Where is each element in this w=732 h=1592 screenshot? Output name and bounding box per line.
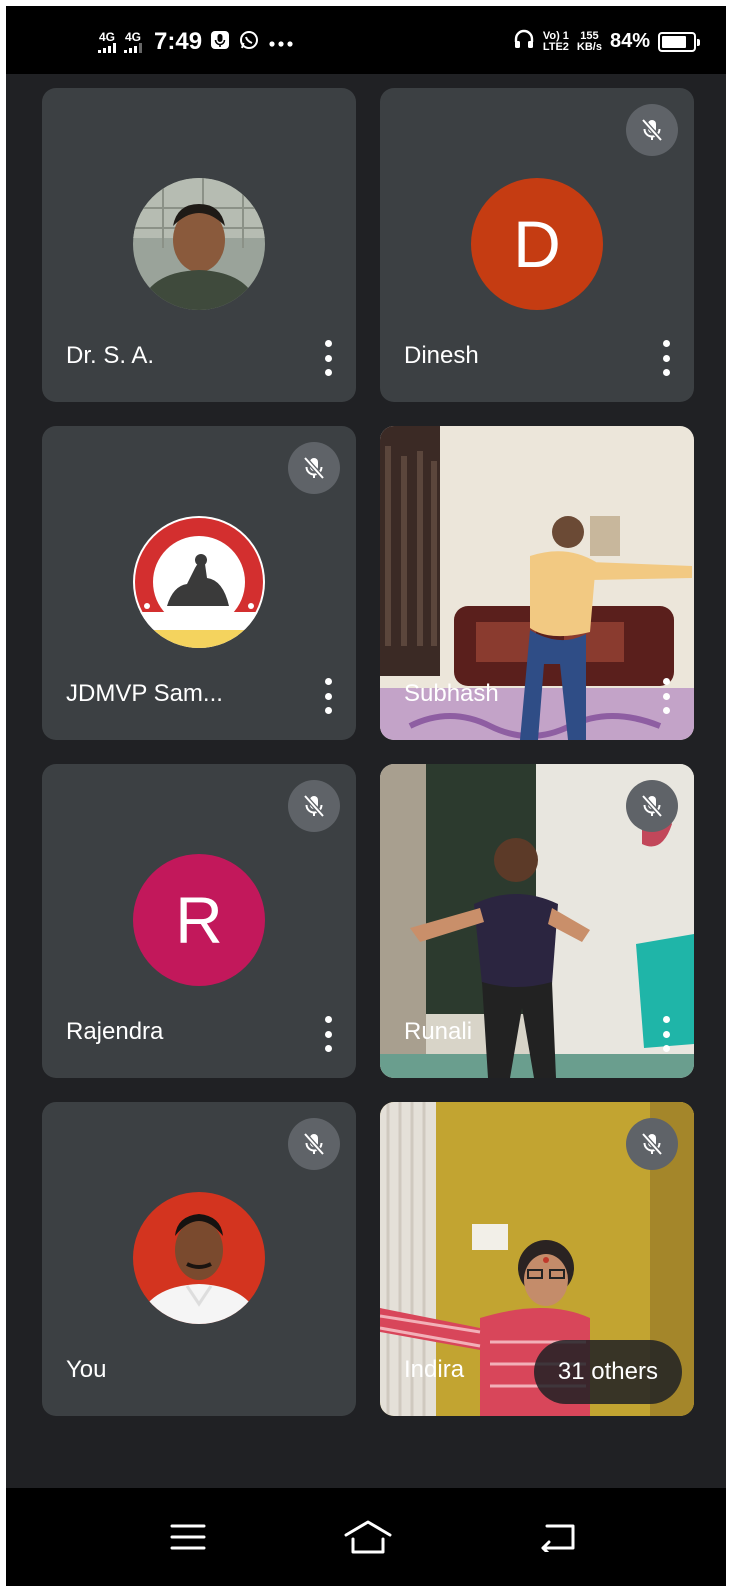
self-tile[interactable]: You bbox=[42, 1102, 356, 1416]
avatar bbox=[133, 1192, 265, 1324]
network-type-label: 4G bbox=[98, 29, 115, 44]
mic-off-icon bbox=[626, 1118, 678, 1170]
mic-off-icon bbox=[288, 780, 340, 832]
others-chip[interactable]: 31 others bbox=[533, 1340, 682, 1404]
lte-label: LTE2 bbox=[542, 40, 569, 53]
more-vert-icon[interactable] bbox=[654, 340, 678, 376]
participant-name: Dr. S. A. bbox=[66, 342, 155, 369]
more-vert-icon[interactable] bbox=[654, 678, 678, 714]
status-right: Vo) 1 LTE2 155 KB/s 84% bbox=[513, 28, 700, 55]
participant-name: Indira bbox=[404, 1356, 465, 1383]
home-icon[interactable] bbox=[343, 1514, 393, 1560]
signal-bars-icon bbox=[124, 42, 142, 53]
voice-recorder-icon bbox=[210, 30, 230, 55]
participant-video-tile[interactable]: Subhash bbox=[380, 426, 694, 740]
navigation-bar bbox=[6, 1488, 726, 1586]
mic-off-icon bbox=[288, 442, 340, 494]
participant-tile[interactable]: R Rajendra bbox=[42, 764, 356, 1078]
speed-unit: KB/s bbox=[576, 40, 602, 53]
volte-indicator: Vo) 1 LTE2 bbox=[542, 29, 569, 53]
battery-fill bbox=[662, 35, 687, 48]
avatar: R bbox=[133, 854, 265, 986]
battery-percent: 84% bbox=[609, 30, 650, 52]
participant-tile[interactable]: Dr. S. A. bbox=[42, 88, 356, 402]
back-icon[interactable] bbox=[533, 1514, 583, 1560]
participant-name: Runali bbox=[404, 1018, 473, 1045]
whatsapp-icon bbox=[238, 29, 260, 56]
mic-off-icon bbox=[626, 780, 678, 832]
mic-off-icon bbox=[288, 1118, 340, 1170]
battery-icon bbox=[658, 31, 700, 52]
participant-tile[interactable]: JDMVP Sam... bbox=[42, 426, 356, 740]
speed-value: 155 bbox=[580, 29, 599, 42]
more-vert-icon[interactable] bbox=[316, 340, 340, 376]
participant-tile[interactable]: D Dinesh bbox=[380, 88, 694, 402]
status-bar: 4G 4G 7:49 Vo) 1 LTE2 155 KB/s 84% bbox=[6, 6, 726, 74]
avatar bbox=[133, 516, 265, 648]
more-vert-icon[interactable] bbox=[316, 678, 340, 714]
meet-screen: 4G 4G 7:49 Vo) 1 LTE2 155 KB/s 84% Dr. S… bbox=[6, 6, 726, 1586]
avatar bbox=[133, 178, 265, 310]
participant-video-tile[interactable]: Indira 31 others bbox=[380, 1102, 694, 1416]
participant-name: You bbox=[66, 1356, 107, 1383]
participant-name: Subhash bbox=[404, 680, 499, 707]
more-vert-icon[interactable] bbox=[654, 1016, 678, 1052]
network-speed: 155 KB/s bbox=[576, 29, 602, 53]
volte-label: Vo) 1 bbox=[542, 29, 569, 42]
signal-bars-icon bbox=[98, 42, 116, 53]
network-type-label: 4G bbox=[124, 29, 141, 44]
participant-video-tile[interactable]: Runali bbox=[380, 764, 694, 1078]
status-left: 4G 4G 7:49 bbox=[98, 28, 294, 56]
avatar: D bbox=[471, 178, 603, 310]
participant-name: Rajendra bbox=[66, 1018, 164, 1045]
clock: 7:49 bbox=[154, 28, 203, 55]
more-vert-icon[interactable] bbox=[316, 1016, 340, 1052]
network-indicator-2: 4G bbox=[124, 29, 142, 53]
institution-logo bbox=[133, 516, 265, 648]
participant-name: JDMVP Sam... bbox=[66, 680, 223, 707]
network-indicator-1: 4G bbox=[98, 29, 116, 53]
participant-name: Dinesh bbox=[404, 342, 479, 369]
mic-off-icon bbox=[626, 104, 678, 156]
menu-icon[interactable] bbox=[163, 1514, 213, 1560]
more-notifications-icon bbox=[268, 32, 294, 53]
headphones-icon bbox=[513, 28, 535, 55]
